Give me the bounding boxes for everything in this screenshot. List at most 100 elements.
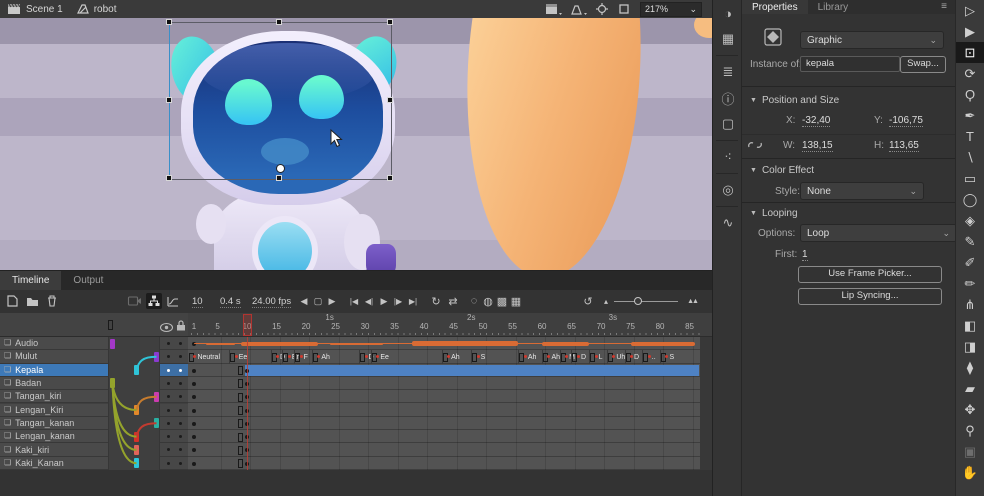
visibility-dot[interactable] bbox=[167, 462, 170, 465]
polystar-tool[interactable]: ◈ bbox=[956, 210, 984, 231]
visibility-dot[interactable] bbox=[167, 342, 170, 345]
parent-node-kaki_kanan[interactable] bbox=[134, 458, 139, 468]
playhead-line[interactable] bbox=[247, 337, 248, 470]
selection-tool[interactable]: ▷ bbox=[956, 0, 984, 21]
selection-bounding-box[interactable] bbox=[169, 22, 392, 180]
parent-node-audio[interactable] bbox=[110, 339, 115, 349]
tab-timeline[interactable]: Timeline bbox=[0, 271, 61, 290]
zoom-out-frames-icon[interactable]: ▴ bbox=[598, 293, 614, 309]
playhead-marker[interactable] bbox=[243, 314, 252, 336]
layer-row-badan[interactable]: ❏Badan bbox=[0, 377, 108, 390]
layer-flags-tangan_kanan[interactable] bbox=[160, 417, 188, 430]
rectangle-tool[interactable]: ▭ bbox=[956, 168, 984, 189]
layer-row-tangan_kanan[interactable]: ❏Tangan_kanan bbox=[0, 417, 108, 430]
lock-dot[interactable] bbox=[179, 435, 182, 438]
layer-flags-audio[interactable] bbox=[160, 337, 188, 350]
new-folder-button[interactable] bbox=[24, 293, 40, 309]
phoneme-label[interactable]: .. bbox=[652, 354, 656, 361]
first-frame-value[interactable]: 1 bbox=[802, 249, 808, 261]
frame-row-kaki_kanan[interactable] bbox=[188, 457, 700, 470]
visibility-dot[interactable] bbox=[167, 382, 170, 385]
asset-warp-tool[interactable]: ✥ bbox=[956, 399, 984, 420]
edit-scene-icon[interactable] bbox=[546, 4, 561, 15]
lock-dot[interactable] bbox=[179, 462, 182, 465]
paint-bucket-tool[interactable]: ◧ bbox=[956, 315, 984, 336]
frame-row-badan[interactable] bbox=[188, 377, 700, 390]
y-value[interactable]: -106,75 bbox=[889, 115, 923, 127]
bone-tool[interactable]: ⋔ bbox=[956, 294, 984, 315]
frame-row-lengan_kiri[interactable] bbox=[188, 404, 700, 417]
layer-flags-lengan_kanan[interactable] bbox=[160, 430, 188, 443]
zoom-in-frames-icon[interactable]: ▲▲ bbox=[684, 293, 700, 309]
camera-layer-button[interactable] bbox=[126, 293, 142, 309]
layer-row-kaki_kanan[interactable]: ❏Kaki_Kanan bbox=[0, 457, 108, 470]
layer-flags-lengan_kiri[interactable] bbox=[160, 404, 188, 417]
selection-handle-top-right[interactable] bbox=[387, 19, 393, 25]
layer-flags-kaki_kanan[interactable] bbox=[160, 457, 188, 470]
parent-node-tangan_kiri[interactable] bbox=[154, 392, 159, 402]
visibility-dot[interactable] bbox=[167, 355, 170, 358]
symbol-breadcrumb[interactable]: robot bbox=[77, 4, 117, 15]
symbol-name[interactable]: robot bbox=[94, 4, 117, 15]
loop-range-button[interactable]: ⇄ bbox=[445, 293, 461, 309]
brush-library-panel-icon[interactable]: ⁖ bbox=[713, 144, 743, 170]
lock-dot[interactable] bbox=[179, 409, 182, 412]
layer-flags-badan[interactable] bbox=[160, 377, 188, 390]
w-value[interactable]: 138,15 bbox=[802, 140, 833, 152]
modify-markers-button[interactable]: ▦ bbox=[508, 293, 524, 309]
selection-handle-bottom-right[interactable] bbox=[387, 175, 393, 181]
new-layer-button[interactable] bbox=[4, 293, 20, 309]
phoneme-label[interactable]: Ee bbox=[380, 354, 389, 361]
swatches-panel-icon[interactable]: ▦ bbox=[713, 26, 743, 52]
selection-handle-bottom-mid[interactable] bbox=[276, 175, 282, 181]
selection-handle-top-left[interactable] bbox=[166, 19, 172, 25]
color-panel-icon[interactable]: ◑ bbox=[713, 0, 743, 26]
phoneme-label[interactable]: S bbox=[669, 354, 674, 361]
layer-row-kaki_kiri[interactable]: ❏Kaki_kiri bbox=[0, 443, 108, 456]
symbol-type-dropdown[interactable]: Graphic ⌄ bbox=[800, 31, 944, 49]
phoneme-label[interactable]: Neutral bbox=[197, 354, 220, 361]
visibility-dot[interactable] bbox=[167, 448, 170, 451]
subselection-tool[interactable]: ▶ bbox=[956, 21, 984, 42]
parent-node-lengan_kanan[interactable] bbox=[134, 432, 139, 442]
layer-depth-graph-button[interactable] bbox=[165, 293, 181, 309]
eraser-tool[interactable]: ▰ bbox=[956, 378, 984, 399]
loop-options-dropdown[interactable]: Loop ⌄ bbox=[800, 224, 957, 242]
transformation-point[interactable] bbox=[276, 164, 285, 173]
layer-row-lengan_kiri[interactable]: ❏Lengan_Kiri bbox=[0, 404, 108, 417]
phoneme-label[interactable]: F bbox=[304, 354, 308, 361]
keyframe-dot[interactable] bbox=[192, 382, 196, 386]
parent-node-mulut[interactable] bbox=[154, 352, 159, 362]
pencil-tool[interactable]: ✎ bbox=[956, 231, 984, 252]
parent-node-lengan_kiri[interactable] bbox=[134, 405, 139, 415]
parent-node-tangan_kanan[interactable] bbox=[154, 418, 159, 428]
parent-node-kaki_kiri[interactable] bbox=[134, 445, 139, 455]
visibility-dot[interactable] bbox=[167, 369, 170, 372]
visibility-dot[interactable] bbox=[167, 409, 170, 412]
lock-dot[interactable] bbox=[179, 369, 182, 372]
eye-column-icon[interactable] bbox=[160, 319, 173, 337]
info-panel-icon[interactable]: ⓘ bbox=[713, 85, 743, 111]
position-size-section-header[interactable]: ▼Position and Size bbox=[750, 95, 839, 106]
swap-button[interactable]: Swap... bbox=[900, 56, 946, 73]
lock-column-icon[interactable] bbox=[176, 318, 186, 336]
layer-flags-mulut[interactable] bbox=[160, 350, 188, 363]
lock-dot[interactable] bbox=[179, 395, 182, 398]
phoneme-label[interactable]: D bbox=[581, 354, 586, 361]
delete-layer-button[interactable] bbox=[44, 293, 60, 309]
pin-tool[interactable]: ⚲ bbox=[956, 420, 984, 441]
stage-zoom-dropdown[interactable]: 217% ⌄ bbox=[640, 2, 702, 17]
scene-breadcrumb[interactable]: Scene 1 bbox=[8, 4, 63, 15]
selection-handle-mid-left[interactable] bbox=[166, 97, 172, 103]
timeline-zoom-slider-handle[interactable] bbox=[634, 297, 642, 305]
selection-handle-bottom-left[interactable] bbox=[166, 175, 172, 181]
lip-syncing-button[interactable]: Lip Syncing... bbox=[798, 288, 942, 305]
onion-marker-forward-icon[interactable]: ▶ bbox=[324, 293, 340, 309]
link-width-height-icon[interactable] bbox=[748, 139, 762, 154]
text-tool[interactable]: T bbox=[956, 126, 984, 147]
oval-tool[interactable]: ◯ bbox=[956, 189, 984, 210]
x-value[interactable]: -32,40 bbox=[802, 115, 830, 127]
clip-content-icon[interactable] bbox=[618, 3, 630, 15]
elapsed-time-field[interactable]: 0.4 s bbox=[220, 296, 241, 308]
frame-rate-field[interactable]: 24.00 fps bbox=[252, 296, 291, 308]
